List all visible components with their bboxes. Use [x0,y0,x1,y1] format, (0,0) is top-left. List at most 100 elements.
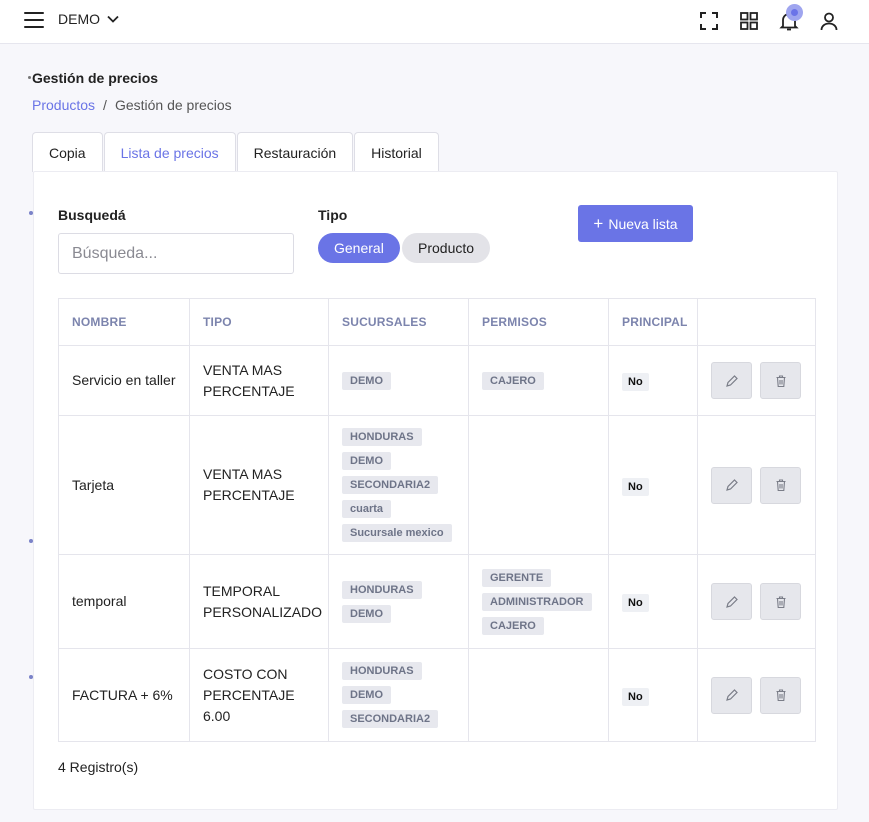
branch-tag: DEMO [342,686,391,704]
permission-tag: ADMINISTRADOR [482,592,592,611]
edit-button[interactable] [711,362,752,399]
cell-tipo: VENTA MAS PERCENTAJE [189,415,329,555]
cell-principal: No [608,415,698,555]
edit-button[interactable] [711,676,752,714]
cell-actions [697,648,816,742]
delete-button[interactable] [760,676,801,714]
cell-tipo: COSTO CON PERCENTAJE 6.00 [189,648,329,742]
apps-grid-icon[interactable] [738,10,760,32]
user-icon[interactable] [818,10,840,32]
trash-icon [776,689,785,702]
page-title: Gestión de precios [32,70,159,86]
column-header-actions [697,298,816,346]
pencil-icon [725,689,738,701]
record-count: 4 Registro(s) [58,759,139,775]
tipo-line: PERCENTAJE [203,487,295,503]
cell-principal: No [608,648,698,742]
cell-permisos: GERENTE ADMINISTRADOR CAJERO [468,554,609,649]
cell-principal: No [608,554,698,649]
principal-badge: No [622,477,649,496]
column-header-nombre: NOMBRE [58,298,190,346]
tipo-line: PERCENTAJE [203,686,295,703]
branch-tag: Sucursale mexico [342,524,452,542]
tab-bar: Copia Lista de precios Restauración Hist… [32,132,440,172]
tab-copia[interactable]: Copia [32,132,103,172]
branch-tag: DEMO [342,604,391,623]
tipo-line: VENTA MAS [203,466,283,482]
permission-tag: GERENTE [482,568,552,587]
tipo-line: VENTA MAS [203,361,283,378]
cell-tipo: VENTA MAS PERCENTAJE [189,345,329,416]
column-header-tipo: TIPO [189,298,329,346]
table-row: temporal TEMPORAL PERSONALIZADO HONDURAS… [58,554,816,649]
cell-permisos [468,648,609,742]
branch-tag: cuarta [342,500,392,518]
plus-icon: + [593,214,604,233]
type-option-general[interactable]: General [318,233,400,263]
table-row: Tarjeta VENTA MAS PERCENTAJE HONDURAS DE… [58,415,816,555]
permission-tag: CAJERO [482,616,544,635]
branch-tag: SECONDARIA2 [342,476,439,494]
breadcrumb-separator: / [103,97,107,113]
column-header-sucursales: SUCURSALES [328,298,469,346]
delete-button[interactable] [760,466,801,504]
edit-button[interactable] [711,583,752,620]
cell-permisos: CAJERO [468,345,609,416]
fullscreen-icon[interactable] [698,10,720,32]
org-name: DEMO [58,11,100,27]
new-list-label: Nueva lista [608,215,678,232]
pencil-icon [725,479,738,491]
tab-lista-de-precios[interactable]: Lista de precios [103,132,236,172]
column-header-principal: PRINCIPAL [608,298,698,346]
breadcrumb-link-productos[interactable]: Productos [32,97,95,113]
branch-tag: SECONDARIA2 [342,710,439,728]
branch-tag: HONDURAS [342,428,422,446]
cell-actions [697,345,816,416]
principal-badge: No [622,594,649,612]
edit-button[interactable] [711,466,752,504]
table-row: Servicio en taller VENTA MAS PERCENTAJE … [58,345,816,416]
branch-tag: HONDURAS [342,580,422,599]
cell-sucursales: HONDURAS DEMO SECONDARIA2 cuarta Sucursa… [328,415,469,555]
pencil-icon [725,595,738,608]
table-header-row: NOMBRE TIPO SUCURSALES PERMISOS PRINCIPA… [58,298,816,346]
tipo-line: COSTO CON [203,665,288,682]
pencil-icon [725,374,738,387]
trash-icon [776,374,785,387]
trash-icon [776,595,785,608]
price-list-table: NOMBRE TIPO SUCURSALES PERMISOS PRINCIPA… [58,298,816,742]
branch-tag: DEMO [342,452,391,470]
cell-sucursales: HONDURAS DEMO [328,554,469,649]
cell-nombre: FACTURA + 6% [58,648,190,742]
menu-icon[interactable] [24,12,44,28]
new-list-button[interactable]: + Nueva lista [578,205,693,242]
cell-nombre: Servicio en taller [58,345,190,416]
cell-principal: No [608,345,698,416]
cell-nombre: temporal [58,554,190,649]
principal-badge: No [622,373,649,391]
search-input[interactable] [58,233,294,274]
tipo-line: 6.00 [203,707,231,724]
branch-tag: DEMO [342,371,391,390]
search-label: Busquedá [58,207,126,223]
breadcrumb: Productos / Gestión de precios [32,97,232,113]
trash-icon [776,479,785,492]
breadcrumb-current: Gestión de precios [114,97,232,113]
cell-tipo: TEMPORAL PERSONALIZADO [189,554,329,649]
delete-button[interactable] [760,583,801,620]
org-selector[interactable]: DEMO [58,11,120,27]
top-bar: DEMO [0,0,869,44]
price-list-card: Busquedá Tipo General Producto + Nueva l… [33,171,838,810]
delete-button[interactable] [760,362,801,399]
type-option-producto[interactable]: Producto [402,233,491,263]
title-bullet [28,76,31,79]
tab-historial[interactable]: Historial [354,132,439,172]
table-row: FACTURA + 6% COSTO CON PERCENTAJE 6.00 H… [58,648,816,742]
branch-tag: HONDURAS [342,662,422,680]
tab-restauracion[interactable]: Restauración [236,132,354,172]
notification-badge [786,4,803,21]
cell-permisos [468,415,609,555]
column-header-permisos: PERMISOS [468,298,609,346]
cell-sucursales: HONDURAS DEMO SECONDARIA2 [328,648,469,742]
tipo-line: PERSONALIZADO [203,603,323,620]
